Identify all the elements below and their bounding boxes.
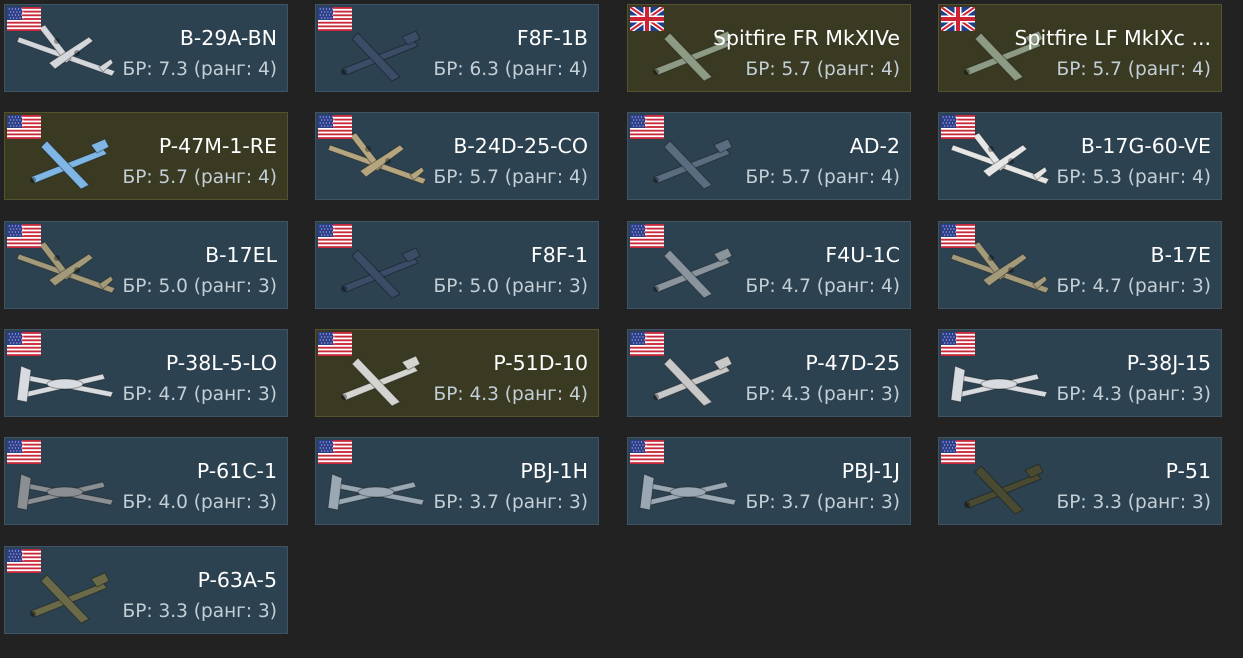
battle-rating: БР: 3.7 (ранг: 3) bbox=[745, 492, 900, 513]
vehicle-name: B-24D-25-CO bbox=[453, 134, 588, 158]
vehicle-name: F8F-1 bbox=[530, 243, 588, 267]
usa-flag-icon bbox=[630, 440, 664, 464]
vehicle-card[interactable]: F8F-1B БР: 6.3 (ранг: 4) bbox=[315, 4, 599, 92]
battle-rating: БР: 3.3 (ранг: 3) bbox=[122, 601, 277, 622]
battle-rating: БР: 5.3 (ранг: 4) bbox=[1056, 167, 1211, 188]
vehicle-name: B-17G-60-VE bbox=[1080, 134, 1211, 158]
vehicle-name: P-51D-10 bbox=[493, 351, 588, 375]
vehicle-name: F4U-1C bbox=[825, 243, 900, 267]
uk-flag-icon bbox=[939, 5, 977, 34]
vehicle-card[interactable]: P-51 БР: 3.3 (ранг: 3) bbox=[938, 437, 1222, 525]
battle-rating: БР: 7.3 (ранг: 4) bbox=[122, 59, 277, 80]
usa-flag-icon bbox=[7, 7, 41, 31]
battle-rating: БР: 5.0 (ранг: 3) bbox=[433, 276, 588, 297]
vehicle-card[interactable]: B-17EL БР: 5.0 (ранг: 3) bbox=[4, 221, 288, 309]
usa-flag-icon bbox=[7, 332, 41, 356]
vehicle-name: P-38L-5-LO bbox=[165, 351, 277, 375]
vehicle-grid: B-29A-BN БР: 7.3 (ранг: 4) F8F-1B БР: 6.3 … bbox=[0, 0, 1243, 658]
battle-rating: БР: 4.3 (ранг: 4) bbox=[433, 384, 588, 405]
vehicle-name: PBJ-1J bbox=[841, 459, 900, 483]
battle-rating: БР: 5.0 (ранг: 3) bbox=[122, 276, 277, 297]
vehicle-card[interactable]: F4U-1C БР: 4.7 (ранг: 4) bbox=[627, 221, 911, 309]
vehicle-name: PBJ-1H bbox=[520, 459, 588, 483]
usa-flag-icon bbox=[941, 224, 975, 248]
vehicle-name: B-17E bbox=[1150, 243, 1212, 267]
vehicle-name: AD-2 bbox=[849, 134, 900, 158]
battle-rating: БР: 4.0 (ранг: 3) bbox=[122, 492, 277, 513]
usa-flag-icon bbox=[318, 440, 352, 464]
vehicle-name: Spitfire LF MkIXc ... bbox=[1014, 26, 1212, 50]
vehicle-name: B-29A-BN bbox=[179, 26, 277, 50]
vehicle-card[interactable]: B-24D-25-CO БР: 5.7 (ранг: 4) bbox=[315, 112, 599, 200]
vehicle-card[interactable]: Spitfire LF MkIXc ... БР: 5.7 (ранг: 4) bbox=[938, 4, 1222, 92]
vehicle-name: P-51 bbox=[1165, 459, 1211, 483]
vehicle-card[interactable]: P-47D-25 БР: 4.3 (ранг: 3) bbox=[627, 329, 911, 417]
battle-rating: БР: 5.7 (ранг: 4) bbox=[433, 167, 588, 188]
battle-rating: БР: 4.7 (ранг: 3) bbox=[122, 384, 277, 405]
vehicle-card[interactable]: PBJ-1J БР: 3.7 (ранг: 3) bbox=[627, 437, 911, 525]
battle-rating: БР: 6.3 (ранг: 4) bbox=[433, 59, 588, 80]
uk-flag-icon bbox=[628, 5, 666, 34]
usa-flag-icon bbox=[630, 115, 664, 139]
vehicle-card[interactable]: P-47M-1-RE БР: 5.7 (ранг: 4) bbox=[4, 112, 288, 200]
usa-flag-icon bbox=[7, 115, 41, 139]
battle-rating: БР: 3.3 (ранг: 3) bbox=[1056, 492, 1211, 513]
vehicle-card[interactable]: P-61C-1 БР: 4.0 (ранг: 3) bbox=[4, 437, 288, 525]
battle-rating: БР: 5.7 (ранг: 4) bbox=[745, 167, 900, 188]
vehicle-card[interactable]: AD-2 БР: 5.7 (ранг: 4) bbox=[627, 112, 911, 200]
usa-flag-icon bbox=[7, 549, 41, 573]
battle-rating: БР: 4.3 (ранг: 3) bbox=[1056, 384, 1211, 405]
usa-flag-icon bbox=[7, 224, 41, 248]
vehicle-card[interactable]: B-17E БР: 4.7 (ранг: 3) bbox=[938, 221, 1222, 309]
vehicle-card[interactable]: PBJ-1H БР: 3.7 (ранг: 3) bbox=[315, 437, 599, 525]
battle-rating: БР: 4.3 (ранг: 3) bbox=[745, 384, 900, 405]
usa-flag-icon bbox=[318, 332, 352, 356]
usa-flag-icon bbox=[318, 115, 352, 139]
battle-rating: БР: 5.7 (ранг: 4) bbox=[122, 167, 277, 188]
vehicle-name: B-17EL bbox=[205, 243, 277, 267]
vehicle-name: P-38J-15 bbox=[1126, 351, 1211, 375]
battle-rating: БР: 4.7 (ранг: 4) bbox=[745, 276, 900, 297]
vehicle-name: P-61C-1 bbox=[196, 459, 277, 483]
battle-rating: БР: 4.7 (ранг: 3) bbox=[1056, 276, 1211, 297]
vehicle-card[interactable]: P-63A-5 БР: 3.3 (ранг: 3) bbox=[4, 546, 288, 634]
vehicle-card[interactable]: F8F-1 БР: 5.0 (ранг: 3) bbox=[315, 221, 599, 309]
vehicle-name: Spitfire FR MkXIVe bbox=[712, 26, 900, 50]
usa-flag-icon bbox=[7, 440, 41, 464]
vehicle-name: P-63A-5 bbox=[197, 568, 277, 592]
vehicle-card[interactable]: B-29A-BN БР: 7.3 (ранг: 4) bbox=[4, 4, 288, 92]
usa-flag-icon bbox=[318, 224, 352, 248]
usa-flag-icon bbox=[630, 332, 664, 356]
battle-rating: БР: 5.7 (ранг: 4) bbox=[745, 59, 900, 80]
usa-flag-icon bbox=[941, 440, 975, 464]
battle-rating: БР: 3.7 (ранг: 3) bbox=[433, 492, 588, 513]
vehicle-card[interactable]: Spitfire FR MkXIVe БР: 5.7 (ранг: 4) bbox=[627, 4, 911, 92]
usa-flag-icon bbox=[318, 7, 352, 31]
vehicle-name: P-47M-1-RE bbox=[158, 134, 277, 158]
vehicle-card[interactable]: P-51D-10 БР: 4.3 (ранг: 4) bbox=[315, 329, 599, 417]
usa-flag-icon bbox=[941, 332, 975, 356]
vehicle-card[interactable]: P-38J-15 БР: 4.3 (ранг: 3) bbox=[938, 329, 1222, 417]
battle-rating: БР: 5.7 (ранг: 4) bbox=[1056, 59, 1211, 80]
usa-flag-icon bbox=[941, 115, 975, 139]
vehicle-name: P-47D-25 bbox=[805, 351, 900, 375]
vehicle-card[interactable]: B-17G-60-VE БР: 5.3 (ранг: 4) bbox=[938, 112, 1222, 200]
usa-flag-icon bbox=[630, 224, 664, 248]
vehicle-name: F8F-1B bbox=[516, 26, 588, 50]
vehicle-card[interactable]: P-38L-5-LO БР: 4.7 (ранг: 3) bbox=[4, 329, 288, 417]
